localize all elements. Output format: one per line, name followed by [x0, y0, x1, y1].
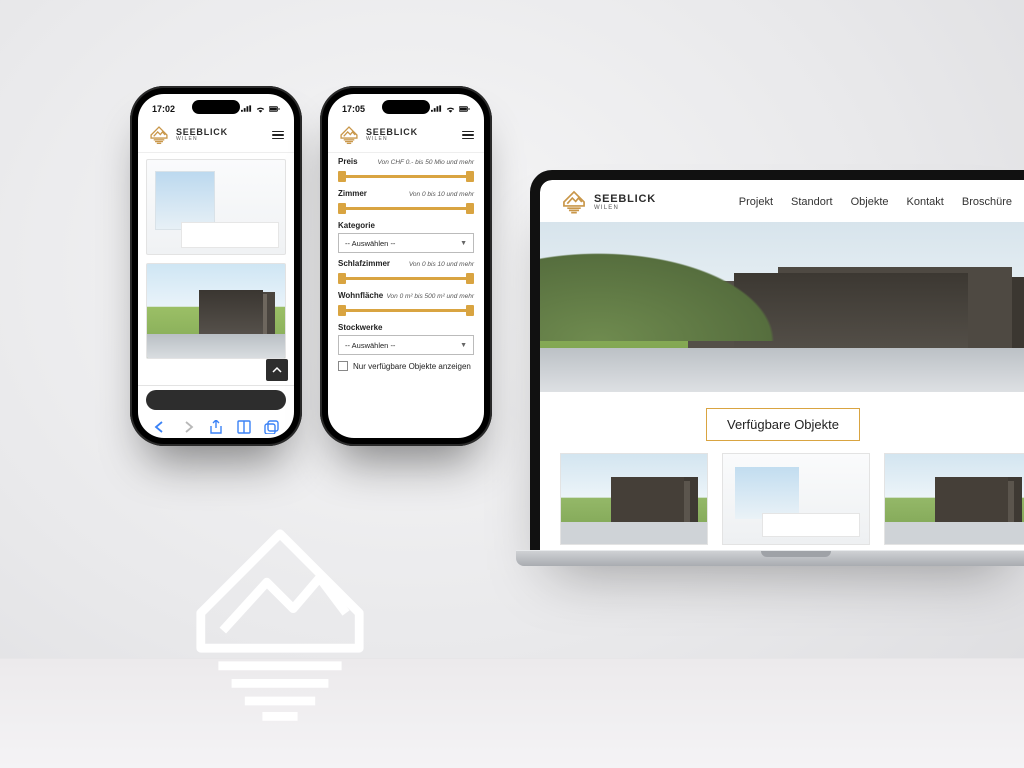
forward-icon [180, 420, 196, 434]
scroll-to-top-button[interactable] [266, 359, 288, 381]
tabs-icon[interactable] [264, 420, 280, 434]
filter-label-wohnflaeche: Wohnfläche [338, 291, 383, 300]
brand-logo[interactable]: SEEBLICKWILEN [338, 124, 418, 146]
select-kategorie[interactable]: -- Auswählen -- ▼ [338, 233, 474, 253]
filter-label-preis: Preis [338, 157, 358, 166]
browser-url-bar[interactable] [138, 385, 294, 414]
chevron-up-icon [272, 365, 282, 375]
back-icon[interactable] [152, 420, 168, 434]
filter-form: Preis Von CHF 0.- bis 50 Mio und mehr Zi… [328, 153, 484, 438]
nav-broschuere[interactable]: Broschüre [962, 196, 1012, 208]
checkbox-label-only-available: Nur verfügbare Objekte anzeigen [353, 362, 471, 371]
nav-projekt[interactable]: Projekt [739, 196, 773, 208]
filter-label-schlafzimmer: Schlafzimmer [338, 259, 390, 268]
slider-preis[interactable] [338, 169, 474, 183]
filter-range-schlafzimmer: Von 0 bis 10 und mehr [409, 261, 474, 268]
battery-icon [269, 105, 280, 113]
checkbox-only-available[interactable] [338, 361, 348, 371]
wifi-icon [255, 105, 266, 113]
main-nav: Projekt Standort Objekte Kontakt Broschü… [739, 196, 1012, 208]
cta-verfuegbare-objekte[interactable]: Verfügbare Objekte [706, 408, 860, 441]
cell-signal-icon [431, 105, 442, 113]
menu-button[interactable] [272, 131, 284, 140]
caret-down-icon: ▼ [460, 240, 467, 247]
hero-image [540, 222, 1024, 392]
phone-mockup-gallery: 17:02 SEEBLICKWILEN [130, 86, 302, 446]
filter-label-stockwerke: Stockwerke [338, 323, 382, 332]
app-header: SEEBLICKWILEN [328, 120, 484, 153]
laptop-mockup: SEEBLICKWILEN Projekt Standort Objekte K… [516, 170, 1024, 566]
battery-icon [459, 105, 470, 113]
site-header: SEEBLICKWILEN Projekt Standort Objekte K… [540, 180, 1024, 222]
mountain-house-icon [560, 188, 588, 216]
status-time: 17:02 [152, 104, 175, 114]
floor-surface [0, 658, 1024, 768]
app-header: SEEBLICKWILEN [138, 120, 294, 153]
listing-card[interactable] [722, 453, 870, 545]
filter-label-kategorie: Kategorie [338, 221, 375, 230]
slider-schlafzimmer[interactable] [338, 271, 474, 285]
bookmarks-icon[interactable] [236, 420, 252, 434]
select-stockwerke[interactable]: -- Auswählen -- ▼ [338, 335, 474, 355]
gallery-image-exterior[interactable] [146, 263, 286, 359]
caret-down-icon: ▼ [460, 342, 467, 349]
listing-card[interactable] [884, 453, 1024, 545]
status-time: 17:05 [342, 104, 365, 114]
listing-card[interactable] [560, 453, 708, 545]
brand-logo[interactable]: SEEBLICKWILEN [148, 124, 228, 146]
filter-range-wohnflaeche: Von 0 m² bis 500 m² und mehr [386, 293, 474, 300]
cell-signal-icon [241, 105, 252, 113]
mountain-house-icon [338, 124, 360, 146]
nav-kontakt[interactable]: Kontakt [907, 196, 944, 208]
slider-zimmer[interactable] [338, 201, 474, 215]
wifi-icon [445, 105, 456, 113]
brand-logo[interactable]: SEEBLICKWILEN [560, 188, 656, 216]
slider-wohnflaeche[interactable] [338, 303, 474, 317]
phone-notch [382, 100, 430, 114]
menu-button[interactable] [462, 131, 474, 140]
listing-thumbnails [540, 453, 1024, 545]
share-icon[interactable] [208, 420, 224, 434]
browser-toolbar [138, 414, 294, 438]
nav-standort[interactable]: Standort [791, 196, 833, 208]
phone-mockup-filters: 17:05 SEEBLICKWILEN Preis Von CHF 0.- bi… [320, 86, 492, 446]
mountain-house-icon [148, 124, 170, 146]
nav-objekte[interactable]: Objekte [851, 196, 889, 208]
brand-watermark-logo [170, 503, 390, 728]
gallery-image-interior[interactable] [146, 159, 286, 255]
filter-range-zimmer: Von 0 bis 10 und mehr [409, 191, 474, 198]
phone-notch [192, 100, 240, 114]
laptop-base [516, 550, 1024, 566]
filter-range-preis: Von CHF 0.- bis 50 Mio und mehr [378, 159, 474, 166]
filter-label-zimmer: Zimmer [338, 189, 367, 198]
